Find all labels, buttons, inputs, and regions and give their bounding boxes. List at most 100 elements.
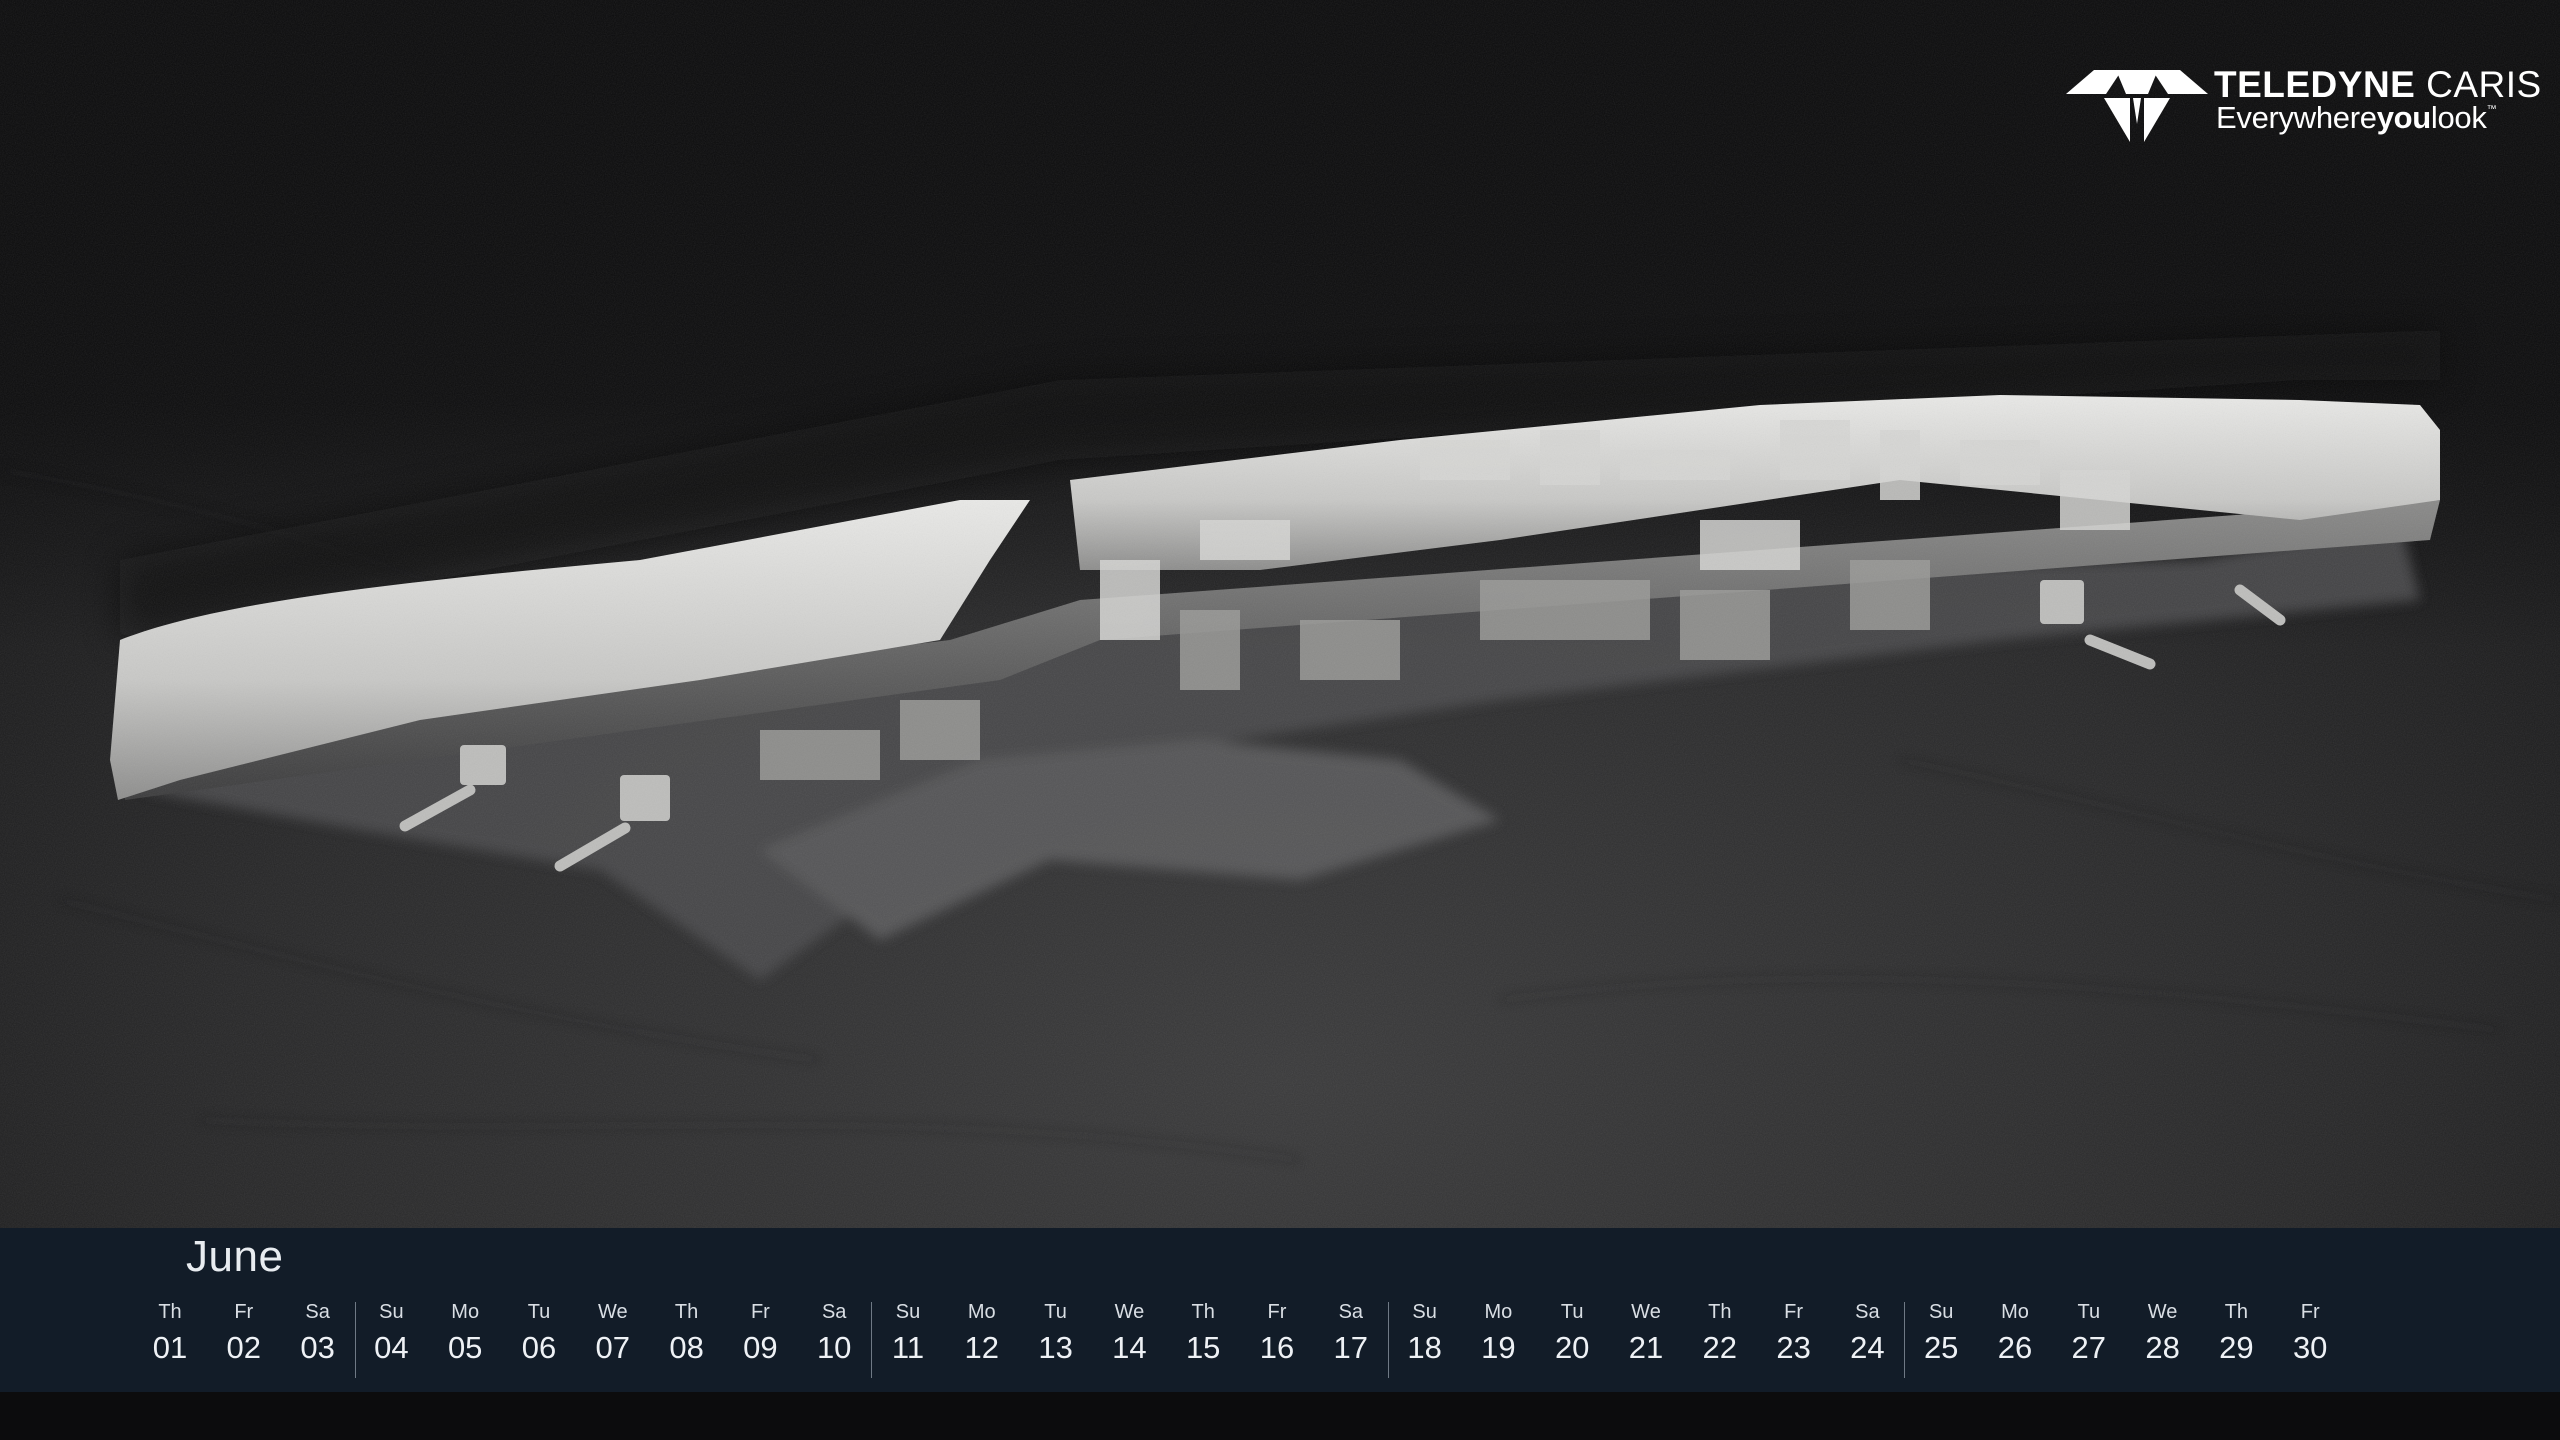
calendar-day: We 21 bbox=[1609, 1300, 1683, 1368]
day-number: 01 bbox=[152, 1330, 188, 1365]
calendar-day: Th 22 bbox=[1683, 1300, 1757, 1368]
brand-name-regular: CARIS bbox=[2426, 64, 2542, 105]
day-number: 23 bbox=[1776, 1330, 1811, 1365]
day-number: 19 bbox=[1481, 1330, 1516, 1365]
weekday-label: Su bbox=[1928, 1301, 1954, 1323]
calendar-day: Fr 02 bbox=[207, 1300, 281, 1368]
calendar-day: Su 04 bbox=[354, 1300, 428, 1368]
day-number: 26 bbox=[1997, 1330, 2033, 1365]
weekday-label: Mo bbox=[1484, 1301, 1513, 1323]
weekday-label: Mo bbox=[967, 1301, 996, 1323]
weekday-label: Fr bbox=[234, 1301, 254, 1323]
calendar-day: Sa 10 bbox=[797, 1300, 871, 1368]
day-number: 20 bbox=[1554, 1330, 1590, 1365]
weekday-label: Mo bbox=[451, 1301, 480, 1323]
weekday-label: Sa bbox=[305, 1301, 330, 1323]
weekday-label: Th bbox=[1708, 1301, 1732, 1323]
day-number: 28 bbox=[2145, 1330, 2180, 1365]
week-separator bbox=[1387, 1302, 1389, 1378]
calendar-day: Fr 09 bbox=[723, 1300, 797, 1368]
calendar-days: Th 01 Fr 02 Sa 03 Su 04 Mo 05 Tu 06 We 07 Th 08 Fr 09 Sa 10… bbox=[0, 1300, 2560, 1380]
day-number: 12 bbox=[964, 1330, 1000, 1365]
calendar-day: Tu 06 bbox=[502, 1300, 576, 1368]
day-number: 10 bbox=[816, 1330, 852, 1365]
calendar-day: Fr 16 bbox=[1240, 1300, 1314, 1368]
tagline-post: look bbox=[2430, 100, 2487, 135]
calendar-day: We 28 bbox=[2126, 1300, 2200, 1368]
calendar-day: Th 01 bbox=[133, 1300, 207, 1368]
calendar-day: We 07 bbox=[576, 1300, 650, 1368]
weekday-label: Fr bbox=[750, 1301, 770, 1323]
calendar-day: Tu 27 bbox=[2052, 1300, 2126, 1368]
month-label: June bbox=[186, 1232, 284, 1281]
weekday-label: Mo bbox=[2001, 1301, 2029, 1323]
day-number: 25 bbox=[1923, 1330, 1959, 1365]
weekday-label: Sa bbox=[1855, 1301, 1880, 1323]
calendar-day: Sa 24 bbox=[1830, 1300, 1904, 1368]
weekday-label: Tu bbox=[1044, 1301, 1067, 1323]
tagline-pre: Everywhere bbox=[2216, 100, 2377, 135]
calendar-day: Su 11 bbox=[871, 1300, 945, 1368]
calendar-day: Sa 03 bbox=[281, 1300, 355, 1368]
tagline-bold: you bbox=[2376, 100, 2432, 135]
day-number: 07 bbox=[595, 1330, 631, 1365]
week-separator bbox=[354, 1302, 356, 1378]
day-number: 09 bbox=[743, 1330, 778, 1365]
day-number: 22 bbox=[1702, 1330, 1738, 1365]
weekday-label: Tu bbox=[2077, 1301, 2101, 1323]
day-number: 17 bbox=[1333, 1330, 1369, 1365]
day-number: 29 bbox=[2219, 1330, 2254, 1365]
day-number: 04 bbox=[374, 1330, 409, 1365]
day-number: 16 bbox=[1259, 1330, 1295, 1365]
calendar-day: Mo 12 bbox=[945, 1300, 1019, 1368]
teledyne-caris-logo: TELEDYNE CARIS Everywhereyoulook™ bbox=[2064, 64, 2541, 144]
day-number: 27 bbox=[2071, 1330, 2107, 1365]
calendar-day: Fr 30 bbox=[2273, 1300, 2347, 1368]
day-number: 05 bbox=[447, 1330, 483, 1365]
weekday-label: We bbox=[597, 1301, 628, 1323]
weekday-label: Su bbox=[895, 1301, 921, 1323]
week-separator bbox=[871, 1302, 873, 1378]
weekday-label: Su bbox=[1412, 1301, 1437, 1323]
weekday-label: Tu bbox=[527, 1301, 551, 1323]
weekday-label: Th bbox=[674, 1301, 699, 1323]
day-number: 13 bbox=[1038, 1330, 1073, 1365]
weekday-label: Su bbox=[379, 1301, 404, 1323]
trademark: ™ bbox=[2486, 104, 2497, 115]
weekday-label: Fr bbox=[1267, 1301, 1287, 1323]
day-number: 11 bbox=[891, 1330, 925, 1365]
day-number: 14 bbox=[1112, 1330, 1147, 1365]
calendar-day: Mo 05 bbox=[428, 1300, 502, 1368]
day-number: 30 bbox=[2292, 1330, 2328, 1365]
calendar-day: Fr 23 bbox=[1757, 1300, 1831, 1368]
day-number: 21 bbox=[1628, 1330, 1664, 1365]
shipwreck-sonar-image bbox=[0, 0, 2560, 1440]
brand-tagline: Everywhereyoulook™ bbox=[2216, 100, 2497, 136]
weekday-label: Th bbox=[2224, 1301, 2249, 1323]
calendar-day: Th 29 bbox=[2199, 1300, 2273, 1368]
calendar-day: Tu 13 bbox=[1019, 1300, 1093, 1368]
day-number: 18 bbox=[1407, 1330, 1442, 1365]
weekday-label: Th bbox=[1191, 1301, 1215, 1323]
day-number: 08 bbox=[669, 1330, 704, 1365]
calendar-day: Tu 20 bbox=[1535, 1300, 1609, 1368]
day-number: 02 bbox=[226, 1330, 262, 1365]
weekday-label: Sa bbox=[1338, 1301, 1364, 1323]
weekday-label: We bbox=[1631, 1301, 1661, 1323]
calendar-day: Su 18 bbox=[1388, 1300, 1462, 1368]
day-number: 24 bbox=[1850, 1330, 1885, 1365]
day-number: 06 bbox=[521, 1330, 557, 1365]
day-number: 15 bbox=[1185, 1330, 1221, 1365]
weekday-label: Th bbox=[158, 1301, 182, 1323]
calendar-day: Th 15 bbox=[1166, 1300, 1240, 1368]
weekday-label: Sa bbox=[821, 1301, 847, 1323]
calendar-day: Su 25 bbox=[1904, 1300, 1978, 1368]
calendar-day: Sa 17 bbox=[1314, 1300, 1388, 1368]
weekday-label: We bbox=[1114, 1301, 1145, 1323]
teledyne-logo-icon bbox=[2066, 70, 2208, 142]
calendar-day: Th 08 bbox=[650, 1300, 724, 1368]
weekday-label: We bbox=[2147, 1301, 2178, 1323]
weekday-label: Tu bbox=[1560, 1301, 1584, 1323]
brand-name-bold: TELEDYNE bbox=[2214, 64, 2416, 105]
weekday-label: Fr bbox=[1784, 1301, 1804, 1323]
